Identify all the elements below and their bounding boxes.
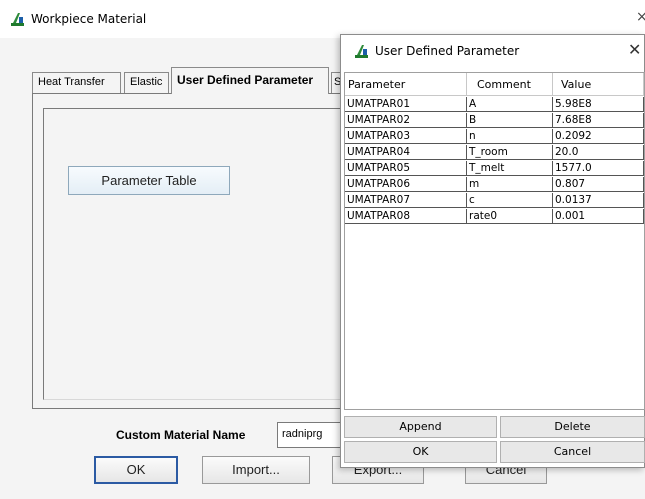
cell-value[interactable]: 7.68E8 <box>553 113 644 128</box>
cell-parameter[interactable]: UMATPAR02 <box>345 113 467 128</box>
cell-value[interactable]: 0.807 <box>553 177 644 192</box>
cell-parameter[interactable]: UMATPAR07 <box>345 193 467 208</box>
cell-parameter[interactable]: UMATPAR05 <box>345 161 467 176</box>
dialog-app-icon <box>355 45 368 58</box>
cell-value[interactable]: 5.98E8 <box>553 97 644 112</box>
dialog-title: User Defined Parameter <box>375 44 520 58</box>
import-button[interactable]: Import... <box>202 456 310 484</box>
cell-comment[interactable]: T_room <box>467 145 553 160</box>
cell-comment[interactable]: c <box>467 193 553 208</box>
close-icon[interactable]: × <box>636 9 645 25</box>
column-header-parameter[interactable]: Parameter <box>345 73 467 96</box>
cell-comment[interactable]: T_melt <box>467 161 553 176</box>
cell-comment[interactable]: n <box>467 129 553 144</box>
parameter-table-button[interactable]: Parameter Table <box>68 166 230 195</box>
delete-button[interactable]: Delete <box>500 416 645 438</box>
tab-panel-inner <box>43 108 343 400</box>
cell-parameter[interactable]: UMATPAR01 <box>345 97 467 112</box>
tab-elastic[interactable]: Elastic <box>124 72 169 93</box>
cell-value[interactable]: 1577.0 <box>553 161 644 176</box>
cell-comment[interactable]: rate0 <box>467 209 553 224</box>
cell-value[interactable]: 0.001 <box>553 209 644 224</box>
tab-user-defined-parameter[interactable]: User Defined Parameter <box>171 67 329 94</box>
cell-comment[interactable]: B <box>467 113 553 128</box>
dialog-cancel-button[interactable]: Cancel <box>500 441 645 463</box>
append-button[interactable]: Append <box>344 416 497 438</box>
column-header-comment[interactable]: Comment <box>467 73 553 96</box>
dialog-ok-button[interactable]: OK <box>344 441 497 463</box>
cell-parameter[interactable]: UMATPAR08 <box>345 209 467 224</box>
cell-parameter[interactable]: UMATPAR06 <box>345 177 467 192</box>
tab-heat-transfer[interactable]: Heat Transfer <box>32 72 121 93</box>
ok-button[interactable]: OK <box>94 456 178 484</box>
window-title: Workpiece Material <box>31 12 147 26</box>
cell-parameter[interactable]: UMATPAR03 <box>345 129 467 144</box>
cell-parameter[interactable]: UMATPAR04 <box>345 145 467 160</box>
cell-value[interactable]: 0.2092 <box>553 129 644 144</box>
custom-material-name-input[interactable]: radniprg <box>277 422 347 448</box>
column-header-value[interactable]: Value <box>553 73 644 96</box>
cell-value[interactable]: 20.0 <box>553 145 644 160</box>
cell-value[interactable]: 0.0137 <box>553 193 644 208</box>
cell-comment[interactable]: m <box>467 177 553 192</box>
custom-material-name-label: Custom Material Name <box>116 428 246 442</box>
app-icon <box>11 13 24 26</box>
cell-comment[interactable]: A <box>467 97 553 112</box>
dialog-close-icon[interactable]: ✕ <box>628 40 641 59</box>
